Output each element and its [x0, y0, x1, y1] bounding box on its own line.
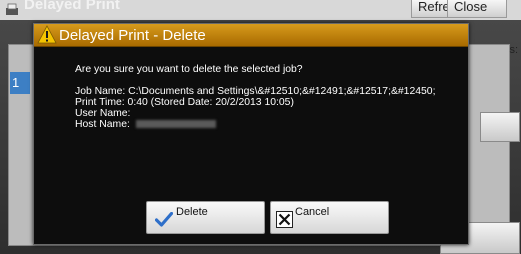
delete-button[interactable]: Delete — [146, 201, 265, 234]
dialog-title: Delayed Print - Delete — [59, 27, 206, 44]
job-name-line: Job Name: C:\Documents and Settings\&#12… — [75, 86, 436, 97]
cancel-button[interactable]: Cancel — [270, 201, 389, 234]
host-name-redacted — [135, 120, 216, 129]
delete-label: Delete — [176, 206, 208, 218]
user-name-line: User Name: — [75, 108, 131, 119]
cancel-label: Cancel — [295, 206, 330, 218]
x-icon — [276, 211, 293, 228]
printer-icon — [6, 3, 18, 15]
dialog-body: Are you sure you want to delete the sele… — [75, 64, 465, 130]
close-label: Close — [454, 0, 488, 14]
background-title: Delayed Print — [24, 0, 120, 13]
background-header: Delayed Print Refresh Close — [0, 0, 521, 20]
host-name-label: Host Name: — [75, 119, 130, 130]
background-side-button[interactable] — [480, 112, 520, 142]
close-button[interactable]: Close — [447, 0, 507, 18]
screen: Delayed Print Refresh Close 1 s: Delayed… — [0, 0, 521, 254]
print-time-line: Print Time: 0:40 (Stored Date: 20/2/2013… — [75, 97, 294, 108]
host-name-line: Host Name: — [75, 119, 465, 130]
job-list-tab[interactable]: 1 — [10, 72, 30, 94]
confirmation-question: Are you sure you want to delete the sele… — [75, 64, 303, 75]
background-right-label: s: — [509, 44, 518, 56]
checkmark-icon — [155, 212, 173, 227]
dialog-titlebar: Delayed Print - Delete — [34, 24, 468, 47]
delete-dialog: Delayed Print - Delete Are you sure you … — [33, 23, 469, 245]
warning-icon — [37, 25, 57, 44]
